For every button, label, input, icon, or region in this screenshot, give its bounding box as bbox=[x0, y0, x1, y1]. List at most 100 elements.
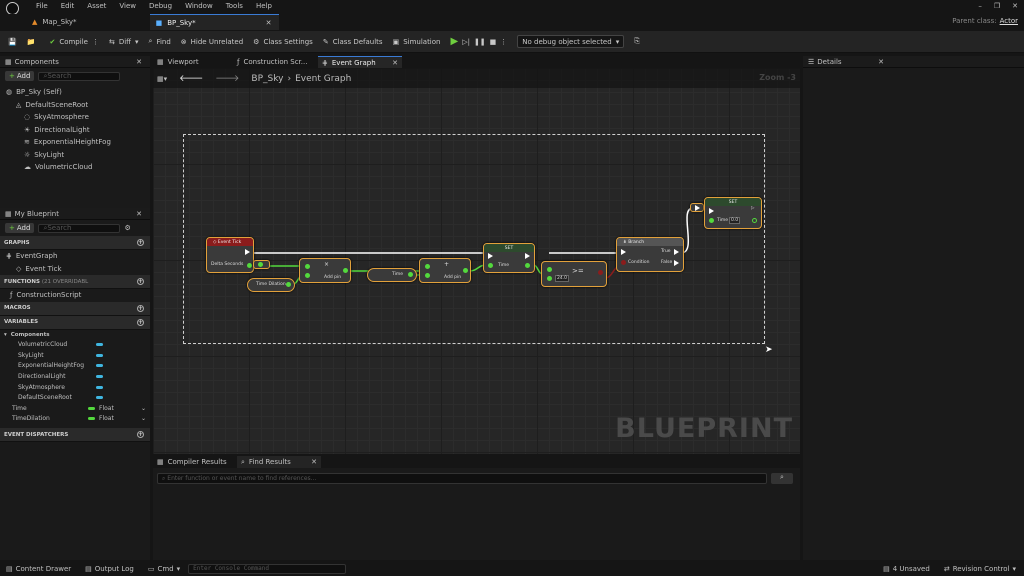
add-in-a[interactable] bbox=[425, 264, 430, 269]
component-variable-row[interactable]: SkyLight bbox=[0, 350, 150, 361]
time-out-pin[interactable] bbox=[525, 263, 530, 268]
tab-find-results[interactable]: ⌕ Find Results ✕ bbox=[237, 456, 321, 468]
revision-control-button[interactable]: ⇄ Revision Control ▾ bbox=[944, 565, 1016, 573]
add-out[interactable] bbox=[463, 268, 468, 273]
tree-item-default-scene-root[interactable]: ◬ DefaultSceneRoot bbox=[6, 99, 150, 112]
tab-compiler-results[interactable]: ▦ Compiler Results bbox=[153, 456, 237, 468]
condition-pin[interactable] bbox=[621, 260, 626, 265]
settings-gear-icon[interactable]: ⚙ bbox=[124, 224, 130, 232]
exec-in-pin[interactable] bbox=[488, 253, 493, 259]
time-pin[interactable] bbox=[408, 272, 413, 277]
menu-file[interactable]: File bbox=[36, 2, 48, 10]
menu-debug[interactable]: Debug bbox=[149, 2, 172, 10]
add-function-icon[interactable]: + bbox=[137, 278, 144, 285]
simulation-button[interactable]: ▣ Simulation bbox=[393, 38, 441, 46]
tab-viewport[interactable]: ▦ Viewport bbox=[153, 56, 233, 68]
set-time-reset-node[interactable]: SET ▷ Time 0.0 bbox=[704, 197, 762, 229]
component-variable-row[interactable]: ExponentialHeightFog bbox=[0, 361, 150, 372]
unsaved-button[interactable]: ▤ 4 Unsaved bbox=[883, 565, 930, 573]
variables-section[interactable]: VARIABLES + bbox=[0, 315, 150, 330]
reroute-node[interactable] bbox=[253, 260, 270, 269]
exec-out-hollow-icon[interactable]: ▷ bbox=[751, 206, 754, 211]
event-tick-item[interactable]: ◇ Event Tick bbox=[0, 263, 150, 276]
time-in-pin[interactable] bbox=[709, 218, 714, 223]
graphs-section[interactable]: GRAPHS + bbox=[0, 236, 150, 250]
compare-in-a[interactable] bbox=[547, 267, 552, 272]
tab-bp-sky[interactable]: ■ BP_Sky* ✕ bbox=[149, 14, 280, 30]
minimize-icon[interactable]: – bbox=[978, 2, 982, 10]
add-member-button[interactable]: + Add bbox=[5, 223, 35, 233]
debug-browse-icon[interactable]: ⎘ bbox=[634, 37, 640, 46]
browse-icon[interactable]: 📁 bbox=[27, 38, 36, 46]
component-variable-row[interactable]: SkyAtmosphere bbox=[0, 382, 150, 393]
add-pin-label[interactable]: Add pin bbox=[324, 275, 341, 280]
tree-item-directional-light[interactable]: ☀ DirectionalLight bbox=[6, 124, 150, 137]
add-dispatcher-icon[interactable]: + bbox=[137, 431, 144, 439]
class-settings-button[interactable]: ⚙ Class Settings bbox=[253, 38, 313, 46]
compare-out[interactable] bbox=[598, 270, 603, 275]
reroute-exec-pin[interactable] bbox=[695, 205, 700, 211]
component-variable-row[interactable]: DirectionalLight bbox=[0, 371, 150, 382]
branch-node[interactable]: ⋔ Branch True Condition False bbox=[616, 237, 684, 272]
time-dilation-pin[interactable] bbox=[286, 282, 291, 287]
class-defaults-button[interactable]: ✎ Class Defaults bbox=[323, 38, 383, 46]
event-graph-canvas[interactable]: ▦▾ 🡐 🡒 BP_Sky › Event Graph Zoom -3 BLUE… bbox=[153, 68, 800, 454]
maximize-icon[interactable]: ❐ bbox=[994, 2, 1000, 10]
multiply-out[interactable] bbox=[343, 268, 348, 273]
compare-in-b[interactable] bbox=[547, 276, 552, 281]
component-variable-row[interactable]: DefaultSceneRoot bbox=[0, 392, 150, 403]
close-panel-icon[interactable]: ✕ bbox=[136, 58, 142, 66]
console-command-input[interactable]: Enter Console Command bbox=[188, 563, 347, 574]
tab-map-sky[interactable]: ▲ Map_Sky* bbox=[26, 14, 150, 30]
delta-seconds-pin[interactable] bbox=[247, 263, 252, 268]
menu-help[interactable]: Help bbox=[256, 2, 272, 10]
construction-script-item[interactable]: ƒ ConstructionScript bbox=[0, 289, 150, 302]
add-pin-label[interactable]: Add pin bbox=[444, 275, 461, 280]
add-component-button[interactable]: + Add bbox=[5, 71, 35, 81]
hide-unrelated-button[interactable]: ⊗ Hide Unrelated bbox=[181, 38, 243, 46]
false-exec-pin[interactable] bbox=[674, 260, 679, 266]
exec-in-pin[interactable] bbox=[709, 208, 714, 214]
variable-time[interactable]: Time Float ⌄ bbox=[0, 403, 150, 414]
add-in-b[interactable] bbox=[425, 273, 430, 278]
compile-button[interactable]: ✔ Compile ⋮ bbox=[49, 38, 99, 46]
compare-value-field[interactable]: 24.0 bbox=[555, 275, 570, 282]
multiply-in-b[interactable] bbox=[305, 273, 310, 278]
exec-reroute-node[interactable] bbox=[690, 203, 704, 212]
add-macro-icon[interactable]: + bbox=[137, 304, 144, 312]
tree-item-height-fog[interactable]: ≋ ExponentialHeightFog bbox=[6, 136, 150, 149]
pause-button[interactable]: ❚❚ bbox=[474, 38, 486, 46]
event-tick-node[interactable]: ◇ Event Tick Delta Seconds bbox=[206, 237, 254, 273]
find-references-input[interactable]: ⌕ Enter function or event name to find r… bbox=[157, 473, 767, 484]
greater-equal-node[interactable]: 24.0 >= bbox=[541, 261, 607, 287]
tree-item-self[interactable]: ◍ BP_Sky (Self) bbox=[6, 86, 150, 99]
exec-out-pin[interactable] bbox=[245, 249, 250, 255]
time-dilation-getter[interactable]: Time Dilation bbox=[247, 278, 295, 292]
time-value-field[interactable]: 0.0 bbox=[729, 217, 741, 224]
close-panel-icon[interactable]: ✕ bbox=[136, 210, 142, 218]
components-category[interactable]: ▾ Components bbox=[0, 330, 150, 340]
tab-event-graph[interactable]: ⋕ Event Graph ✕ bbox=[318, 56, 402, 68]
close-tab-icon[interactable]: ✕ bbox=[392, 59, 398, 67]
menu-edit[interactable]: Edit bbox=[61, 2, 75, 10]
functions-section[interactable]: FUNCTIONS (21 OVERRIDABL + bbox=[0, 275, 150, 289]
menu-view[interactable]: View bbox=[119, 2, 136, 10]
close-tab-icon[interactable]: ✕ bbox=[266, 19, 272, 27]
event-dispatchers-section[interactable]: EVENT DISPATCHERS + bbox=[0, 428, 150, 443]
save-icon[interactable]: 💾 bbox=[8, 38, 17, 46]
menu-window[interactable]: Window bbox=[185, 2, 213, 10]
event-graph-item[interactable]: ⋕ EventGraph bbox=[0, 250, 150, 263]
component-variable-row[interactable]: VolumetricCloud bbox=[0, 340, 150, 351]
output-log-button[interactable]: ▤ Output Log bbox=[85, 565, 134, 573]
time-in-pin[interactable] bbox=[488, 263, 493, 268]
multiply-node[interactable]: × Add pin bbox=[299, 258, 351, 283]
chevron-down-icon[interactable]: ⌄ bbox=[141, 405, 146, 412]
true-exec-pin[interactable] bbox=[674, 249, 679, 255]
my-blueprint-search-input[interactable]: ⌕ Search bbox=[38, 223, 121, 233]
menu-asset[interactable]: Asset bbox=[87, 2, 106, 10]
find-in-all-button[interactable]: ⌕ bbox=[771, 473, 793, 484]
play-options-button[interactable]: ⋮ bbox=[500, 38, 507, 46]
set-time-node[interactable]: SET Time bbox=[483, 243, 535, 273]
tab-construction-script[interactable]: ƒ Construction Scr... bbox=[233, 56, 318, 68]
exec-out-pin[interactable] bbox=[525, 253, 530, 259]
